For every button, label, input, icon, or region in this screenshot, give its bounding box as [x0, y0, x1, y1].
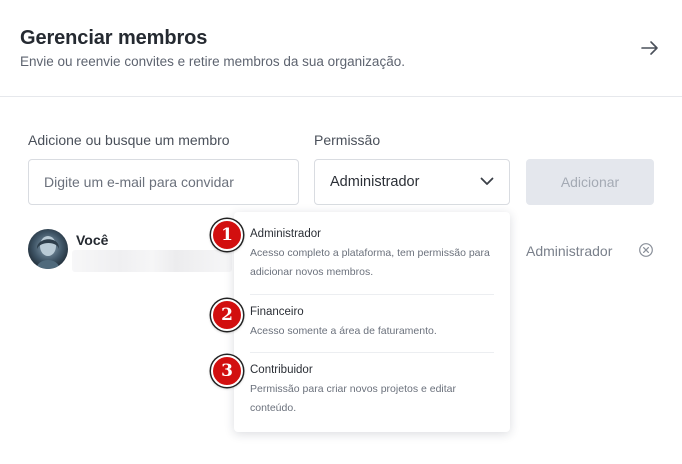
option-title: Financeiro: [250, 306, 304, 318]
email-field-label: Adicione ou busque um membro: [28, 132, 230, 148]
arrow-right-icon[interactable]: [636, 34, 664, 62]
option-title: Contribuidor: [250, 364, 313, 376]
annotation-marker-3: 3: [211, 355, 243, 387]
avatar: [28, 229, 68, 269]
page-title: Gerenciar membros: [20, 27, 208, 49]
dropdown-option-financeiro[interactable]: Financeiro Acesso somente a área de fatu…: [250, 304, 494, 341]
annotation-marker-1: 1: [211, 219, 243, 251]
email-field[interactable]: [28, 159, 299, 205]
divider: [250, 294, 494, 295]
member-role[interactable]: Administrador: [526, 243, 612, 259]
chevron-down-icon: [480, 174, 494, 190]
member-name: Você: [76, 232, 109, 248]
option-description: Acesso somente a área de faturamento.: [250, 325, 437, 337]
member-email-redacted: [72, 250, 232, 272]
permission-select[interactable]: Administrador: [314, 159, 510, 205]
remove-member-icon[interactable]: [638, 242, 654, 258]
permission-dropdown: Administrador Acesso completo a platafor…: [234, 212, 510, 432]
permission-select-value: Administrador: [330, 174, 420, 190]
option-description: Acesso completo a plataforma, tem permis…: [250, 247, 490, 278]
divider: [250, 352, 494, 353]
option-description: Permissão para criar novos projetos e ed…: [250, 383, 457, 414]
dropdown-option-contribuidor[interactable]: Contribuidor Permissão para criar novos …: [250, 362, 494, 418]
modal-header: Gerenciar membros Envie ou reenvie convi…: [0, 0, 682, 97]
permission-label: Permissão: [314, 132, 381, 148]
annotation-marker-2: 2: [211, 299, 243, 331]
add-member-button[interactable]: Adicionar: [526, 159, 654, 205]
option-title: Administrador: [250, 228, 321, 240]
dropdown-option-administrador[interactable]: Administrador Acesso completo a platafor…: [250, 226, 494, 282]
page-subtitle: Envie ou reenvie convites e retire membr…: [20, 54, 405, 69]
